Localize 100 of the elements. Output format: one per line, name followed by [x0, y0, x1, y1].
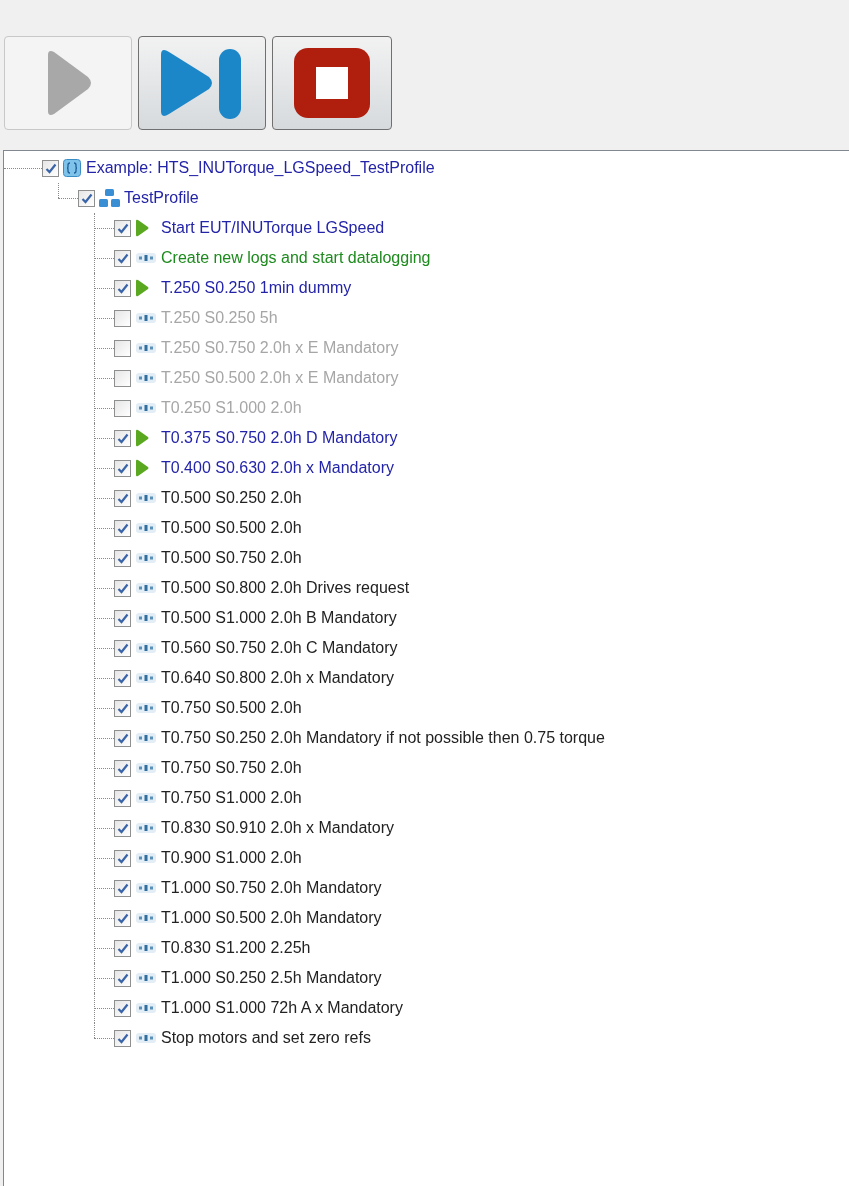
- braces-icon: [63, 159, 81, 177]
- step-icon: [136, 493, 156, 503]
- checkbox[interactable]: [114, 309, 131, 327]
- step-icon: [136, 253, 156, 263]
- check-icon: [116, 852, 129, 864]
- tree-item-label[interactable]: T1.000 S0.750 2.0h Mandatory: [161, 880, 382, 896]
- checkbox[interactable]: [42, 159, 59, 177]
- tree-item-label[interactable]: T0.750 S0.500 2.0h: [161, 700, 302, 716]
- tree-item-label[interactable]: TestProfile: [124, 190, 199, 206]
- step-icon: [136, 313, 156, 323]
- checkbox[interactable]: [114, 369, 131, 387]
- checkbox[interactable]: [114, 969, 131, 987]
- play-icon: [135, 459, 149, 477]
- check-icon: [116, 792, 129, 804]
- checkbox[interactable]: [114, 339, 131, 357]
- step-icon: [136, 973, 156, 983]
- tree-item-label[interactable]: T.250 S0.250 1min dummy: [161, 280, 352, 296]
- step-icon: [136, 913, 156, 923]
- stop-icon: [292, 46, 372, 120]
- tree-item-label[interactable]: T1.000 S1.000 72h A x Mandatory: [161, 1000, 403, 1016]
- checkbox[interactable]: [114, 549, 131, 567]
- checkbox[interactable]: [114, 639, 131, 657]
- checkbox[interactable]: [114, 489, 131, 507]
- tree-item-label[interactable]: T0.500 S0.800 2.0h Drives request: [161, 580, 410, 596]
- play-icon: [135, 219, 149, 237]
- step-icon: [136, 673, 156, 683]
- checkbox[interactable]: [114, 429, 131, 447]
- step-button[interactable]: [138, 36, 266, 130]
- checkbox[interactable]: [114, 669, 131, 687]
- check-icon: [116, 642, 129, 654]
- tree-item-label[interactable]: T0.900 S1.000 2.0h: [161, 850, 302, 866]
- checkbox[interactable]: [114, 219, 131, 237]
- checkbox[interactable]: [114, 879, 131, 897]
- step-icon: [136, 343, 156, 353]
- check-icon: [116, 822, 129, 834]
- tree-item-label[interactable]: T0.750 S1.000 2.0h: [161, 790, 302, 806]
- step-icon: [136, 853, 156, 863]
- check-icon: [116, 732, 129, 744]
- checkbox[interactable]: [114, 999, 131, 1017]
- step-icon: [136, 793, 156, 803]
- checkbox[interactable]: [114, 459, 131, 477]
- tree-item-label[interactable]: T0.400 S0.630 2.0h x Mandatory: [161, 460, 395, 476]
- tree-item-label[interactable]: Example: HTS_INUTorque_LGSpeed_TestProfile: [86, 160, 435, 176]
- check-icon: [116, 762, 129, 774]
- play-icon: [135, 429, 149, 447]
- step-icon: [136, 733, 156, 743]
- check-icon: [116, 1032, 129, 1044]
- step-icon: [136, 523, 156, 533]
- tree-item-label[interactable]: T0.560 S0.750 2.0h C Mandatory: [161, 640, 398, 656]
- step-icon: [136, 403, 156, 413]
- checkbox[interactable]: [114, 519, 131, 537]
- play-icon: [135, 279, 149, 297]
- step-icon: [136, 823, 156, 833]
- check-icon: [116, 462, 129, 474]
- step-icon: [136, 613, 156, 623]
- checkbox[interactable]: [114, 249, 131, 267]
- checkbox[interactable]: [78, 189, 95, 207]
- tree-item-label[interactable]: T0.500 S0.500 2.0h: [161, 520, 302, 536]
- checkbox[interactable]: [114, 699, 131, 717]
- check-icon: [80, 192, 93, 204]
- checkbox[interactable]: [114, 1029, 131, 1047]
- checkbox[interactable]: [114, 609, 131, 627]
- step-icon: [136, 763, 156, 773]
- checkbox[interactable]: [114, 909, 131, 927]
- check-icon: [116, 1002, 129, 1014]
- tree-item-label[interactable]: Create new logs and start datalogging: [161, 250, 431, 266]
- check-icon: [116, 522, 129, 534]
- tree-item-label[interactable]: T0.830 S1.200 2.25h: [161, 940, 311, 956]
- tree-item-label[interactable]: T0.750 S0.750 2.0h: [161, 760, 302, 776]
- checkbox[interactable]: [114, 819, 131, 837]
- checkbox[interactable]: [114, 849, 131, 867]
- check-icon: [116, 552, 129, 564]
- stop-button[interactable]: [272, 36, 392, 130]
- tree-item-label[interactable]: Stop motors and set zero refs: [161, 1030, 371, 1046]
- checkbox[interactable]: [114, 729, 131, 747]
- checkbox[interactable]: [114, 759, 131, 777]
- checkbox[interactable]: [114, 579, 131, 597]
- tree-item-label[interactable]: T0.640 S0.800 2.0h x Mandatory: [161, 670, 395, 686]
- check-icon: [116, 222, 129, 234]
- tree-item-label[interactable]: T1.000 S0.250 2.5h Mandatory: [161, 970, 382, 986]
- step-icon: [136, 1003, 156, 1013]
- check-icon: [116, 972, 129, 984]
- tree-item-label[interactable]: T1.000 S0.500 2.0h Mandatory: [161, 910, 382, 926]
- check-icon: [116, 582, 129, 594]
- tree-item-label[interactable]: Start EUT/INUTorque LGSpeed: [161, 220, 385, 236]
- step-icon: [136, 643, 156, 653]
- tree-item-label[interactable]: T0.750 S0.250 2.0h Mandatory if not possible then 0.75 torque: [161, 730, 605, 746]
- tree-item-label[interactable]: T0.375 S0.750 2.0h D Mandatory: [161, 430, 398, 446]
- tree-item-label[interactable]: T0.500 S1.000 2.0h B Mandatory: [161, 610, 397, 626]
- checkbox[interactable]: [114, 399, 131, 417]
- checkbox[interactable]: [114, 939, 131, 957]
- tree-item-label[interactable]: T0.830 S0.910 2.0h x Mandatory: [161, 820, 395, 836]
- checkbox[interactable]: [114, 279, 131, 297]
- check-icon: [116, 942, 129, 954]
- step-icon: [136, 583, 156, 593]
- tree-item-label[interactable]: T0.500 S0.750 2.0h: [161, 550, 302, 566]
- step-icon: [136, 553, 156, 563]
- tree-item-label[interactable]: T0.500 S0.250 2.0h: [161, 490, 302, 506]
- check-icon: [116, 672, 129, 684]
- checkbox[interactable]: [114, 789, 131, 807]
